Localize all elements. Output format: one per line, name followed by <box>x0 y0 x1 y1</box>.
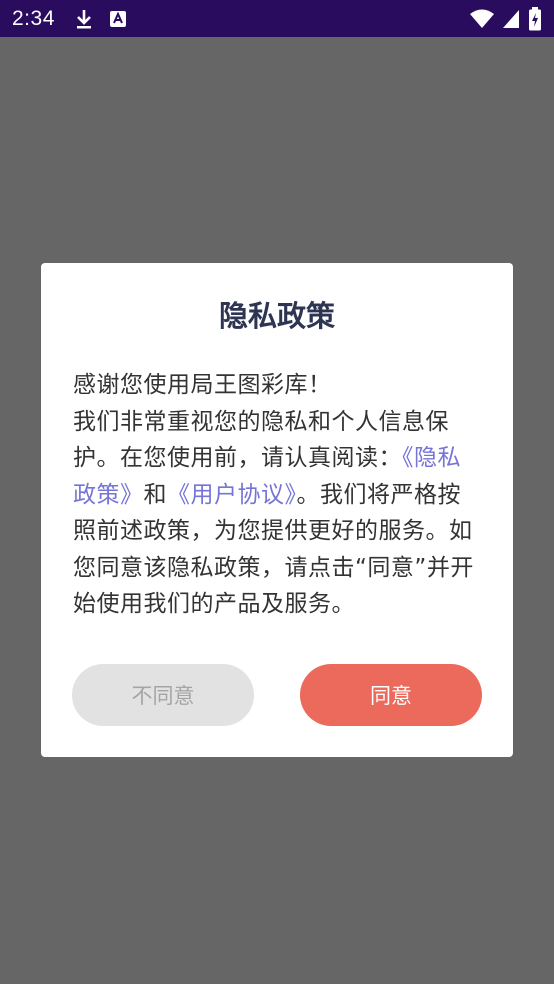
a-box-icon <box>109 10 127 28</box>
status-time: 2:34 <box>12 6 55 30</box>
privacy-dialog: 隐私政策 感谢您使用局王图彩库！ 我们非常重视您的隐私和个人信息保护。在您使用前… <box>41 263 513 757</box>
wifi-icon <box>470 9 494 29</box>
status-bar: 2:34 <box>0 0 554 37</box>
signal-icon <box>502 9 520 29</box>
user-agreement-link[interactable]: 《用户协议》 <box>167 482 297 508</box>
and-text: 和 <box>143 481 167 508</box>
agree-button[interactable]: 同意 <box>300 664 482 726</box>
greeting-text: 感谢您使用局王图彩库！ <box>73 372 332 398</box>
download-icon <box>75 9 93 29</box>
dialog-title: 隐私政策 <box>218 299 335 333</box>
disagree-button[interactable]: 不同意 <box>72 664 254 726</box>
body-text-part1: 我们非常重视您的隐私和个人信息保护。在您使用前，请认真阅读： <box>73 408 449 472</box>
battery-icon <box>528 6 542 31</box>
dialog-body: 感谢您使用局王图彩库！ 我们非常重视您的隐私和个人信息保护。在您使用前，请认真阅… <box>73 367 483 623</box>
